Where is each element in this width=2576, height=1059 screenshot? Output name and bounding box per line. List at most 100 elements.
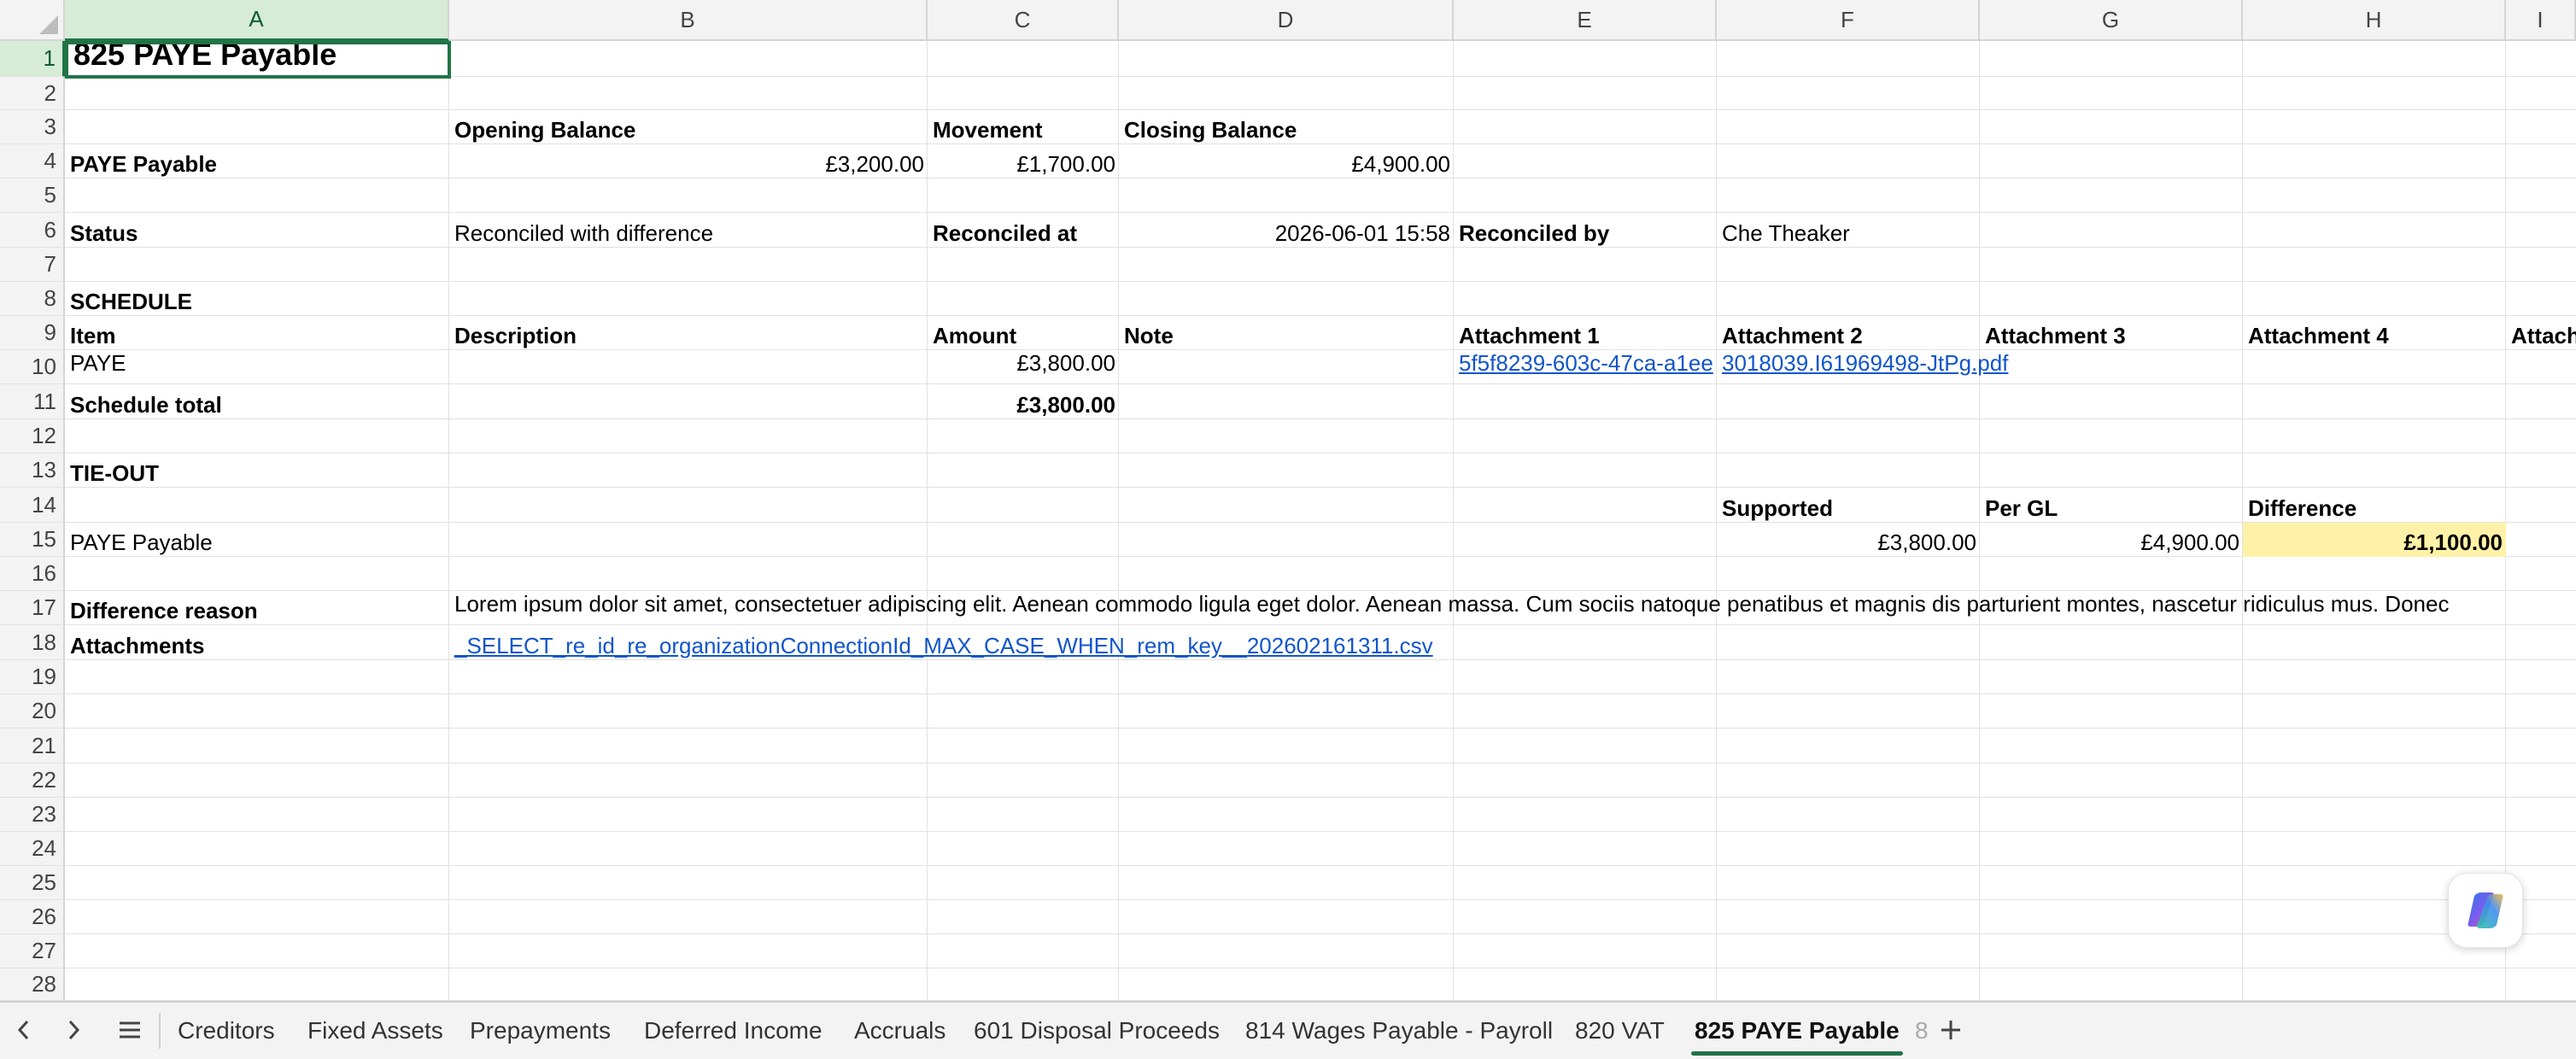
tieout-difference-label: Difference bbox=[2248, 495, 2357, 521]
spreadsheet-grid[interactable]: A B C D E F G H I 1 2 3 4 5 6 7 8 9 10 11 12 13 14 15 16 17 18 19 20… bbox=[0, 0, 2576, 1001]
row-header-5[interactable]: 5 bbox=[0, 178, 65, 213]
schedule-header-attachment-5: Attachm bbox=[2511, 323, 2576, 348]
tieout-supported-value[interactable]: £3,800.00 bbox=[1717, 523, 1980, 557]
sheet-tab-deferred-income[interactable]: Deferred Income bbox=[641, 1003, 826, 1059]
schedule-header-attachment-1: Attachment 1 bbox=[1459, 323, 1600, 348]
sheet-tab-820-vat[interactable]: 820 VAT bbox=[1572, 1003, 1668, 1059]
closing-balance-label: Closing Balance bbox=[1124, 117, 1297, 143]
schedule-total-value[interactable]: £3,800.00 bbox=[928, 384, 1119, 419]
plus-icon[interactable] bbox=[1932, 1011, 1970, 1049]
row-header-10[interactable]: 10 bbox=[0, 350, 65, 384]
row-header-24[interactable]: 24 bbox=[0, 832, 65, 866]
attachments-label: Attachments bbox=[70, 633, 205, 658]
difference-reason-label: Difference reason bbox=[70, 598, 258, 623]
column-header-b[interactable]: B bbox=[449, 0, 928, 41]
reconciled-at-label: Reconciled at bbox=[933, 220, 1078, 246]
column-header-i[interactable]: I bbox=[2506, 0, 2576, 41]
column-header-g[interactable]: G bbox=[1980, 0, 2243, 41]
tieout-pergl-label: Per GL bbox=[1985, 495, 2058, 521]
column-gridline bbox=[927, 41, 928, 1001]
chevron-right-icon[interactable] bbox=[55, 1011, 92, 1049]
hamburger-icon[interactable] bbox=[111, 1011, 149, 1049]
row-header-22[interactable]: 22 bbox=[0, 764, 65, 798]
row-header-21[interactable]: 21 bbox=[0, 728, 65, 764]
status-value[interactable]: Reconciled with difference bbox=[449, 213, 928, 248]
schedule-header-note: Note bbox=[1124, 323, 1174, 348]
column-header-f[interactable]: F bbox=[1717, 0, 1980, 41]
row-header-1[interactable]: 1 bbox=[0, 41, 65, 77]
schedule-row-attachment-2-link[interactable]: 3018039.I61969498-JtPg.pdf bbox=[1717, 350, 2243, 384]
row-header-16[interactable]: 16 bbox=[0, 557, 65, 591]
opening-balance-value[interactable]: £3,200.00 bbox=[449, 144, 928, 178]
row-header-23[interactable]: 23 bbox=[0, 798, 65, 832]
row-header-6[interactable]: 6 bbox=[0, 213, 65, 248]
sheet-tab-creditors[interactable]: Creditors bbox=[174, 1003, 278, 1059]
sheet-tab-814-wages-payable-payroll[interactable]: 814 Wages Payable - Payroll bbox=[1242, 1003, 1556, 1059]
sheet-tab-accruals[interactable]: Accruals bbox=[851, 1003, 949, 1059]
schedule-header-attachment-3: Attachment 3 bbox=[1985, 323, 2126, 348]
column-header-c[interactable]: C bbox=[928, 0, 1119, 41]
column-gridline bbox=[1118, 41, 1119, 1001]
row-header-9[interactable]: 9 bbox=[0, 316, 65, 350]
column-gridline bbox=[448, 41, 449, 1001]
row-header-19[interactable]: 19 bbox=[0, 660, 65, 694]
row-header-8[interactable]: 8 bbox=[0, 282, 65, 316]
column-gridline bbox=[1453, 41, 1454, 1001]
sheet-tab-8[interactable]: 8 bbox=[1912, 1003, 1930, 1059]
chevron-left-icon[interactable] bbox=[5, 1011, 43, 1049]
attachments-file-link[interactable]: _SELECT_re_id_re_organizationConnectionI… bbox=[449, 625, 1454, 660]
sheet-tab-825-paye-payable[interactable]: 825 PAYE Payable bbox=[1691, 1003, 1903, 1059]
schedule-row-amount[interactable]: £3,800.00 bbox=[928, 350, 1119, 384]
tieout-pergl-value[interactable]: £4,900.00 bbox=[1980, 523, 2243, 557]
sheet-tab-601-disposal-proceeds[interactable]: 601 Disposal Proceeds bbox=[970, 1003, 1223, 1059]
row-header-17[interactable]: 17 bbox=[0, 591, 65, 625]
row-header-12[interactable]: 12 bbox=[0, 419, 65, 453]
tieout-difference-value[interactable]: £1,100.00 bbox=[2243, 523, 2506, 557]
row-header-3[interactable]: 3 bbox=[0, 110, 65, 144]
difference-reason-text[interactable]: Lorem ipsum dolor sit amet, consectetuer… bbox=[449, 591, 2506, 625]
schedule-heading: SCHEDULE bbox=[70, 289, 193, 314]
movement-value[interactable]: £1,700.00 bbox=[928, 144, 1119, 178]
schedule-header-item: Item bbox=[70, 323, 116, 348]
row-gridline bbox=[65, 763, 2576, 764]
row-gridline bbox=[65, 797, 2576, 798]
row-header-13[interactable]: 13 bbox=[0, 453, 65, 488]
row-header-20[interactable]: 20 bbox=[0, 694, 65, 728]
row-header-25[interactable]: 25 bbox=[0, 866, 65, 900]
row-header-14[interactable]: 14 bbox=[0, 488, 65, 523]
row-header-18[interactable]: 18 bbox=[0, 625, 65, 660]
column-header-h[interactable]: H bbox=[2243, 0, 2506, 41]
row-header-4[interactable]: 4 bbox=[0, 144, 65, 178]
paye-payable-label: PAYE Payable bbox=[70, 151, 217, 177]
schedule-header-attachment-2: Attachment 2 bbox=[1722, 323, 1863, 348]
schedule-header-description: Description bbox=[454, 323, 577, 348]
column-header-d[interactable]: D bbox=[1119, 0, 1454, 41]
schedule-row-attachment-1-link[interactable]: 5f5f8239-603c-47ca-a1ee bbox=[1454, 350, 1717, 384]
schedule-header-attachment-4: Attachment 4 bbox=[2248, 323, 2389, 348]
sheet-tab-fixed-assets[interactable]: Fixed Assets bbox=[304, 1003, 447, 1059]
row-header-28[interactable]: 28 bbox=[0, 968, 65, 1001]
row-header-26[interactable]: 26 bbox=[0, 900, 65, 934]
row-header-7[interactable]: 7 bbox=[0, 248, 65, 282]
sheet-tab-prepayments[interactable]: Prepayments bbox=[466, 1003, 614, 1059]
row-header-2[interactable]: 2 bbox=[0, 77, 65, 110]
reconciled-by-value[interactable]: Che Theaker bbox=[1717, 213, 2243, 248]
row-header-11[interactable]: 11 bbox=[0, 384, 65, 419]
closing-balance-value[interactable]: £4,900.00 bbox=[1119, 144, 1454, 178]
cell-a1-title[interactable]: 825 PAYE Payable bbox=[65, 41, 451, 79]
row-header-27[interactable]: 27 bbox=[0, 934, 65, 968]
reconciled-at-value[interactable]: 2026-06-01 15:58 bbox=[1119, 213, 1454, 248]
schedule-header-amount: Amount bbox=[933, 323, 1017, 348]
row-gridline bbox=[65, 899, 2576, 900]
row-gridline bbox=[65, 865, 2576, 866]
copilot-icon[interactable] bbox=[2448, 873, 2523, 948]
schedule-row-item[interactable]: PAYE bbox=[65, 350, 449, 384]
tab-divider bbox=[159, 1013, 161, 1049]
column-header-a[interactable]: A bbox=[65, 0, 449, 41]
status-label: Status bbox=[70, 220, 138, 246]
select-all-corner[interactable] bbox=[0, 0, 65, 41]
column-header-e[interactable]: E bbox=[1454, 0, 1717, 41]
reconciled-by-label: Reconciled by bbox=[1459, 220, 1610, 246]
row-header-15[interactable]: 15 bbox=[0, 523, 65, 557]
row-gridline bbox=[65, 831, 2576, 832]
